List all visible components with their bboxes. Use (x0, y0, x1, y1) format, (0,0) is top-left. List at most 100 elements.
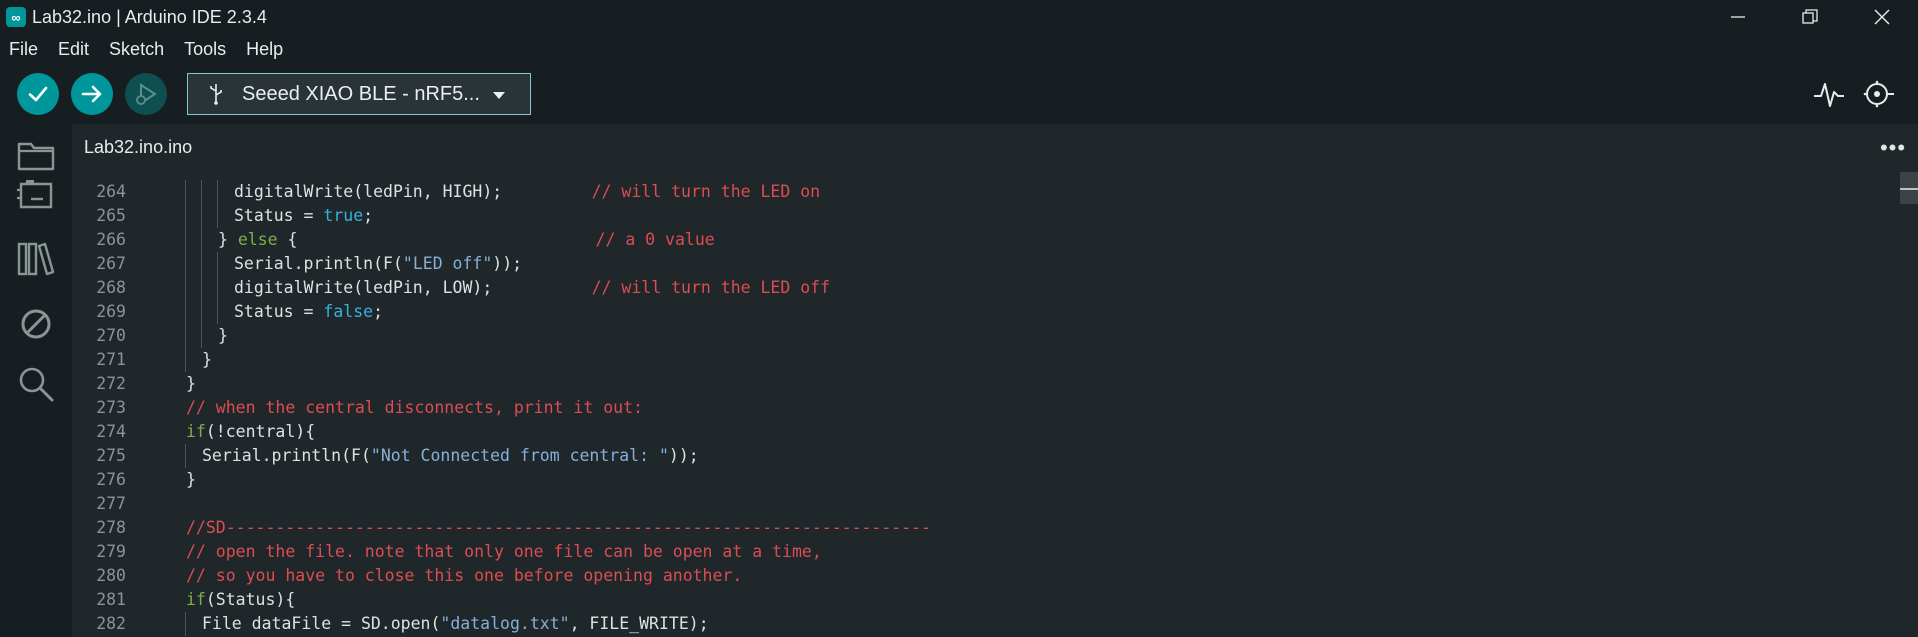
verify-button[interactable] (17, 73, 59, 115)
indent-guide (201, 252, 202, 276)
title-bar: ∞ Lab32.ino | Arduino IDE 2.3.4 (0, 0, 1918, 34)
indent-guide (185, 276, 186, 300)
menu-edit[interactable]: Edit (48, 39, 99, 60)
indent-guide (185, 300, 186, 324)
board-manager-icon[interactable] (16, 174, 56, 214)
upload-button[interactable] (71, 73, 113, 115)
more-actions-button[interactable]: ••• (1878, 134, 1908, 162)
scroll-position-marker (1900, 188, 1918, 190)
minimize-icon (1731, 16, 1745, 18)
menu-file[interactable]: File (0, 39, 48, 60)
tab-lab32[interactable]: Lab32.ino.ino (72, 124, 219, 172)
code-string: "LED off" (402, 254, 493, 273)
code-token: Status = (234, 302, 324, 321)
folder-icon[interactable] (16, 136, 56, 176)
menu-tools[interactable]: Tools (174, 39, 236, 60)
code-text: if(Status){ (186, 588, 295, 612)
indent-guide (185, 252, 186, 276)
indent-guide (201, 276, 202, 300)
line-number: 265 (96, 206, 126, 225)
window-title: Lab32.ino | Arduino IDE 2.3.4 (32, 6, 267, 27)
library-icon[interactable] (16, 239, 56, 279)
code-comment: // open the file. note that only one fil… (186, 542, 822, 561)
code-text: Serial.println(F("Not Connected from cen… (202, 444, 699, 468)
debug-button[interactable] (125, 73, 167, 115)
code-comment: // a 0 value (595, 230, 715, 249)
code-token: Serial.println(F( (234, 254, 403, 273)
code-line: 282 File dataFile = SD.open("datalog.txt"… (72, 612, 1892, 636)
code-text: } (186, 372, 196, 396)
toolbar: Seeed XIAO BLE - nRF5... (0, 64, 1918, 124)
code-text: Status = true; (234, 204, 373, 228)
indent-guide (217, 180, 218, 204)
code-line: 264 digitalWrite(ledPin, HIGH); // will t… (72, 180, 1892, 204)
editor-scrollbar[interactable] (1900, 172, 1918, 637)
code-text: //SD------------------------------------… (186, 516, 931, 540)
indent-guide (217, 252, 218, 276)
line-number: 269 (96, 302, 126, 321)
code-text: // open the file. note that only one fil… (186, 540, 822, 564)
line-number: 281 (96, 590, 126, 609)
code-comment: // will turn the LED on (591, 182, 821, 201)
code-token: ; (373, 302, 384, 321)
code-line: 272} (72, 372, 1892, 396)
usb-icon (210, 84, 222, 105)
code-keyword: else (237, 230, 278, 249)
window-controls (1702, 0, 1918, 34)
code-line: 268 digitalWrite(ledPin, LOW); // will tu… (72, 276, 1892, 300)
code-comment: // will turn the LED off (591, 278, 831, 297)
search-icon[interactable] (16, 364, 56, 404)
maximize-button[interactable] (1774, 0, 1846, 34)
line-number: 276 (96, 470, 126, 489)
line-number: 275 (96, 446, 126, 465)
code-string: "Not Connected from central: " (370, 446, 669, 465)
code-comment: // when the central disconnects, print i… (186, 398, 643, 417)
plotter-icon[interactable] (1812, 79, 1846, 109)
code-text: } (202, 348, 212, 372)
code-line: 270} (72, 324, 1892, 348)
code-text: File dataFile = SD.open("datalog.txt", F… (202, 612, 709, 636)
code-token: { (277, 230, 596, 249)
code-token: )); (492, 254, 523, 273)
restore-icon (1802, 9, 1818, 24)
code-text: } else { // a 0 value (218, 228, 715, 252)
code-text: digitalWrite(ledPin, LOW); // will turn … (234, 276, 830, 300)
code-token: (Status){ (205, 590, 296, 609)
serial-monitor-icon[interactable] (1862, 79, 1896, 109)
activity-bar (0, 124, 72, 637)
menu-help[interactable]: Help (236, 39, 293, 60)
indent-guide (185, 348, 186, 372)
code-token: digitalWrite(ledPin, HIGH); (234, 182, 592, 201)
code-token: } (186, 470, 196, 489)
code-line: 271} (72, 348, 1892, 372)
code-comment: //SD------------------------------------… (186, 518, 932, 537)
code-editor[interactable]: 264 digitalWrite(ledPin, HIGH); // will t… (72, 172, 1918, 637)
line-number: 278 (96, 518, 126, 537)
code-keyword: if (186, 590, 206, 609)
line-number: 273 (96, 398, 126, 417)
code-token: } (218, 230, 238, 249)
line-number: 272 (96, 374, 126, 393)
line-number: 277 (96, 494, 126, 513)
minimize-button[interactable] (1702, 0, 1774, 34)
code-text: // when the central disconnects, print i… (186, 396, 643, 420)
board-selector[interactable]: Seeed XIAO BLE - nRF5... (187, 73, 531, 115)
code-keyword: if (186, 422, 206, 441)
code-line: 274 if(!central){ (72, 420, 1892, 444)
close-button[interactable] (1846, 0, 1918, 34)
code-token: , FILE_WRITE); (569, 614, 709, 633)
arduino-infinity-icon: ∞ (6, 7, 26, 27)
code-line: 278 //SD---------------------------------… (72, 516, 1892, 540)
indent-guide (201, 300, 202, 324)
debug-disabled-icon[interactable] (16, 304, 56, 344)
code-text: digitalWrite(ledPin, HIGH); // will turn… (234, 180, 820, 204)
code-line: 281 if(Status){ (72, 588, 1892, 612)
code-line: 266} else { // a 0 value (72, 228, 1892, 252)
code-text: // so you have to close this one before … (186, 564, 742, 588)
line-number: 268 (96, 278, 126, 297)
menu-sketch[interactable]: Sketch (99, 39, 174, 60)
code-token: } (186, 374, 196, 393)
code-token: ; (363, 206, 374, 225)
code-token: )); (668, 446, 699, 465)
code-line: 275 Serial.println(F("Not Connected from … (72, 444, 1892, 468)
